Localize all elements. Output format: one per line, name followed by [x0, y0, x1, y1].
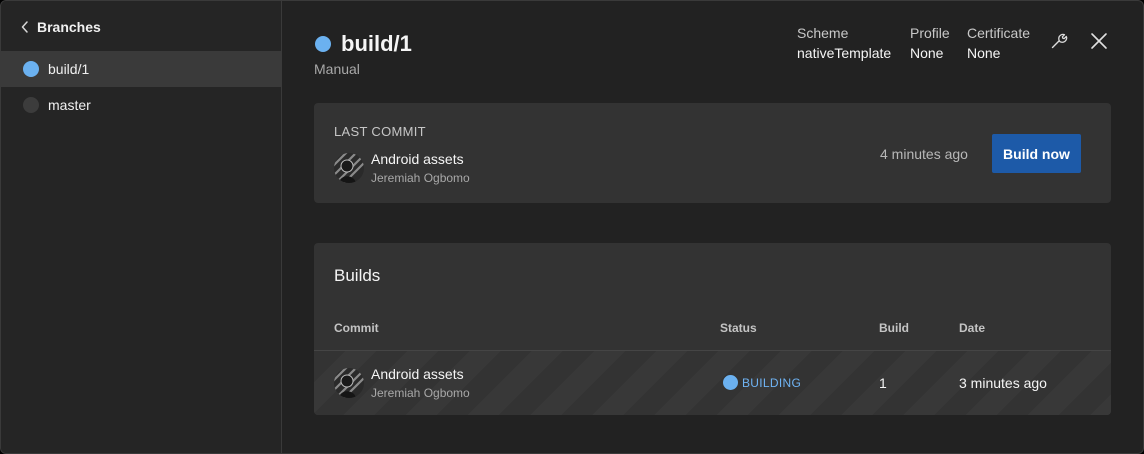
build-date: 3 minutes ago: [959, 375, 1047, 391]
profile-info: Profile None: [910, 25, 950, 61]
build-now-button[interactable]: Build now: [992, 134, 1081, 173]
idle-status-dot: [23, 97, 39, 113]
last-commit-card: LAST COMMIT Android assets Jeremiah Ogbo…: [314, 103, 1111, 203]
certificate-value: None: [967, 45, 1001, 61]
scheme-info: Scheme nativeTemplate: [797, 25, 891, 61]
commit-author: Jeremiah Ogbomo: [371, 171, 470, 185]
building-status-dot: [723, 375, 738, 390]
wrench-icon: [1050, 32, 1068, 55]
status-text: BUILDING: [742, 375, 802, 390]
page-title: build/1: [341, 31, 412, 56]
close-icon: [1090, 32, 1108, 55]
branch-title-row: build/1: [315, 31, 412, 57]
profile-label: Profile: [910, 25, 950, 41]
close-button[interactable]: [1087, 31, 1111, 55]
avatar: [334, 368, 364, 398]
branch-detail: build/1 Manual Scheme nativeTemplate Pro…: [282, 1, 1143, 453]
commit-author: Jeremiah Ogbomo: [371, 386, 470, 400]
trigger-type: Manual: [314, 61, 360, 77]
builds-title: Builds: [334, 266, 381, 285]
certificate-info: Certificate None: [967, 25, 1030, 61]
builds-card: Builds Commit Status Build Date Android …: [314, 243, 1111, 415]
avatar: [334, 153, 364, 183]
column-header-date[interactable]: Date: [959, 321, 985, 335]
table-row[interactable]: Android assets Jeremiah Ogbomo BUILDING …: [314, 350, 1111, 415]
last-commit-label: LAST COMMIT: [334, 124, 426, 139]
sidebar: Branches build/1 master: [1, 1, 282, 453]
column-header-status[interactable]: Status: [720, 321, 757, 335]
commit-time: 4 minutes ago: [880, 146, 968, 162]
sidebar-item-label: build/1: [48, 61, 90, 77]
sidebar-item-master[interactable]: master: [1, 87, 281, 123]
build-number: 1: [879, 375, 887, 391]
scheme-label: Scheme: [797, 25, 849, 41]
building-status-dot: [23, 61, 39, 77]
certificate-label: Certificate: [967, 25, 1031, 41]
profile-value: None: [910, 45, 944, 61]
building-status-dot: [315, 36, 331, 52]
commit-message: Android assets: [371, 366, 464, 382]
column-header-build[interactable]: Build: [879, 321, 909, 335]
sidebar-item-build-1[interactable]: build/1: [1, 51, 281, 87]
status-badge: BUILDING: [723, 375, 801, 390]
column-header-commit[interactable]: Commit: [334, 321, 379, 335]
commit-message: Android assets: [371, 151, 464, 167]
settings-button[interactable]: [1047, 31, 1071, 55]
back-to-branches-button[interactable]: Branches: [21, 17, 101, 37]
scheme-value: nativeTemplate: [797, 45, 892, 61]
sidebar-item-label: master: [48, 97, 91, 113]
chevron-left-icon: [21, 21, 29, 33]
app-window: Branches build/1 master build/1 Manual S…: [0, 0, 1144, 454]
sidebar-title: Branches: [37, 19, 101, 35]
